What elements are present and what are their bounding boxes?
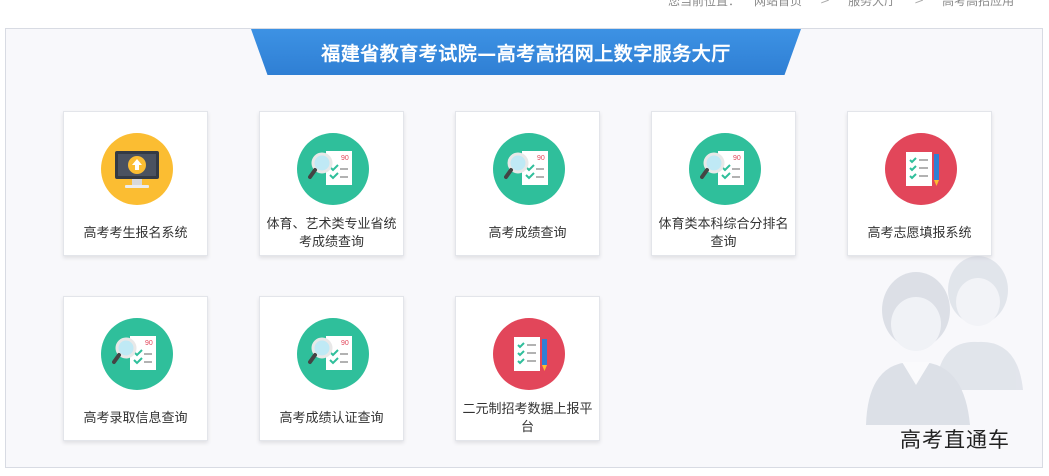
chevron-right-icon: > bbox=[914, 0, 925, 7]
tile-dual-system-data-platform[interactable]: 二元制招考数据上报平台 bbox=[455, 296, 600, 441]
chevron-right-icon: > bbox=[820, 0, 831, 7]
breadcrumb: 您当前位置： 网站首页 > 服务大厅 > 高考高招应用 bbox=[668, 0, 1014, 9]
svg-text:90: 90 bbox=[733, 155, 741, 162]
svg-text:90: 90 bbox=[341, 155, 349, 162]
svg-text:90: 90 bbox=[145, 340, 153, 347]
magnifier-score-icon: 90 bbox=[297, 318, 369, 390]
tile-registration-system[interactable]: 高考考生报名系统 bbox=[63, 111, 208, 256]
tile-label: 高考考生报名系统 bbox=[83, 226, 188, 241]
page-title: 福建省教育考试院—高考高招网上数字服务大厅 bbox=[251, 29, 801, 75]
tile-application-system[interactable]: 高考志愿填报系统 bbox=[847, 111, 992, 256]
tile-label: 二元制招考数据上报平台 bbox=[462, 402, 593, 435]
tile-art-sports-score-query[interactable]: 90 体育、艺术类专业省统考成绩查询 bbox=[259, 111, 404, 256]
customer-service-mascot-illustration bbox=[858, 250, 1038, 450]
tile-label: 高考录取信息查询 bbox=[83, 411, 188, 426]
computer-upload-icon bbox=[101, 133, 173, 205]
breadcrumb-service-hall[interactable]: 服务大厅 bbox=[848, 0, 896, 9]
mascot-caption: 高考直通车 bbox=[900, 428, 1010, 452]
magnifier-score-icon: 90 bbox=[493, 133, 565, 205]
tile-label: 体育、艺术类专业省统考成绩查询 bbox=[266, 217, 397, 250]
tile-score-certification-query[interactable]: 90 高考成绩认证查询 bbox=[259, 296, 404, 441]
tile-label: 高考志愿填报系统 bbox=[867, 226, 972, 241]
svg-text:90: 90 bbox=[537, 155, 545, 162]
tile-label: 体育类本科综合分排名查询 bbox=[658, 217, 789, 250]
checklist-pencil-icon bbox=[493, 318, 565, 390]
breadcrumb-current[interactable]: 高考高招应用 bbox=[942, 0, 1014, 9]
svg-text:90: 90 bbox=[341, 340, 349, 347]
breadcrumb-home[interactable]: 网站首页 bbox=[754, 0, 802, 9]
breadcrumb-prefix: 您当前位置： bbox=[668, 0, 741, 8]
tile-label: 高考成绩查询 bbox=[488, 226, 567, 241]
tile-score-query[interactable]: 90 高考成绩查询 bbox=[455, 111, 600, 256]
magnifier-score-icon: 90 bbox=[689, 133, 761, 205]
checklist-pencil-icon bbox=[885, 133, 957, 205]
magnifier-score-icon: 90 bbox=[297, 133, 369, 205]
magnifier-score-icon: 90 bbox=[101, 318, 173, 390]
tile-label: 高考成绩认证查询 bbox=[279, 411, 384, 426]
tile-admission-query[interactable]: 90 高考录取信息查询 bbox=[63, 296, 208, 441]
tile-sports-ranking-query[interactable]: 90 体育类本科综合分排名查询 bbox=[651, 111, 796, 256]
